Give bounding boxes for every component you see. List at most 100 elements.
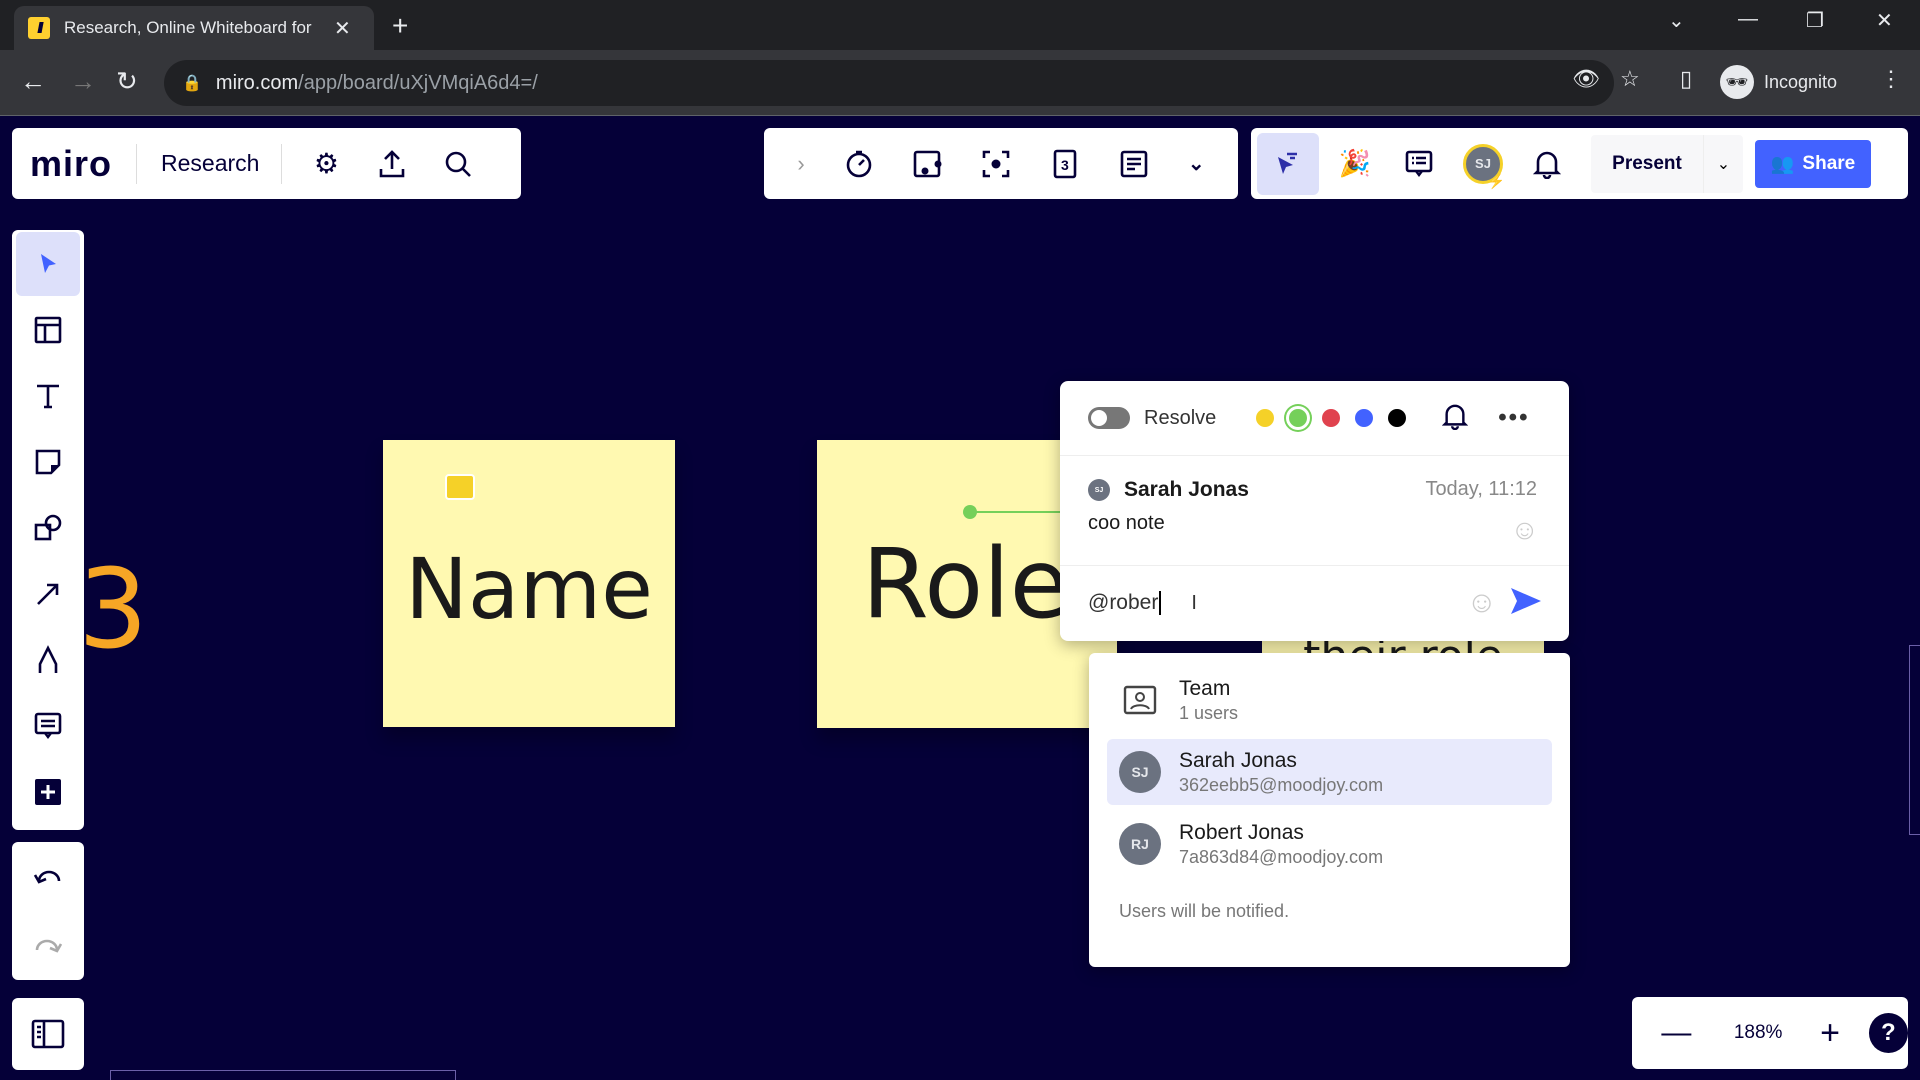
share-button[interactable]: 👥 Share [1755,139,1871,188]
reload-icon[interactable]: ↻ [116,66,138,97]
browser-toolbar: ← → ↻ 🔒 miro.com/app/board/uXjVMqiA6d4=/… [0,50,1920,116]
browser-tab[interactable]: /// Research, Online Whiteboard for ✕ [14,6,374,50]
mention-item-robert-jonas[interactable]: RJ Robert Jonas 7a863d84@moodjoy.com [1107,811,1552,877]
subscribe-bell-icon[interactable] [1442,402,1469,435]
settings-gear-icon[interactable]: ⚙ [304,147,348,180]
export-upload-icon[interactable] [370,149,414,179]
redo-icon [35,939,63,953]
reactions-cursor-icon[interactable] [1257,132,1319,195]
text-icon [37,384,59,409]
color-black[interactable] [1388,409,1407,427]
resolve-toggle[interactable] [1088,407,1130,429]
sticky-note-icon [35,449,61,475]
color-blue[interactable] [1355,409,1374,427]
notes-list-icon[interactable] [1119,149,1149,179]
redo-button[interactable] [12,911,84,980]
url-path: /app/board/uXjVMqiA6d4=/ [298,71,538,94]
plus-icon [35,779,61,805]
board-header-panel: miro Research ⚙ [12,128,521,199]
notify-footer: Users will be notified. [1119,901,1290,921]
mention-suggestions-dropdown: Team 1 users SJ Sarah Jonas 362eebb5@moo… [1089,653,1570,967]
voting-icon[interactable] [912,149,942,179]
board-name[interactable]: Research [161,150,259,177]
address-bar[interactable]: 🔒 miro.com/app/board/uXjVMqiA6d4=/ [164,60,1614,106]
search-icon[interactable] [436,149,480,179]
bookmark-star-icon[interactable]: ☆ [1620,66,1640,92]
reply-input[interactable]: @rober I ☺ [1060,566,1569,640]
comment-marker-icon[interactable] [445,474,475,500]
comment-header: Resolve ••• [1060,381,1569,456]
author-name: Sarah Jonas [1124,478,1249,501]
new-tab-icon[interactable]: + [392,10,408,42]
pen-icon [38,645,58,673]
add-reaction-icon[interactable]: ☺ [1510,514,1539,546]
arrow-icon [37,583,59,605]
notifications-bell-icon[interactable] [1519,149,1575,179]
help-icon[interactable]: ? [1868,1013,1909,1053]
back-icon[interactable]: ← [20,66,46,97]
bring-everyone-icon[interactable] [981,149,1011,179]
zoom-in-button[interactable]: + [1796,1014,1865,1053]
partial-number-text[interactable]: 3 [78,545,148,673]
incognito-label: Incognito [1764,71,1838,92]
sticky-note-tool[interactable] [16,430,80,494]
tab-title: Research, Online Whiteboard for [64,18,312,37]
text-tool[interactable] [16,364,80,428]
incognito-indicator[interactable]: 🕶 Incognito [1720,60,1837,104]
mention-item-sarah-jonas[interactable]: SJ Sarah Jonas 362eebb5@moodjoy.com [1107,739,1552,805]
miro-logo[interactable]: miro [30,143,112,185]
zoom-out-button[interactable]: — [1632,1016,1721,1050]
shapes-tool[interactable] [16,496,80,560]
more-options-icon[interactable]: ••• [1498,404,1529,432]
text-cursor-icon: I [1191,591,1197,614]
user-avatar[interactable]: SJ ⚡ [1455,143,1511,189]
timer-icon[interactable] [844,149,874,179]
color-red[interactable] [1322,409,1341,427]
send-icon[interactable] [1509,586,1543,621]
divider [136,143,138,184]
lightning-icon: ⚡ [1487,172,1505,189]
author-avatar: SJ [1088,479,1110,501]
more-tools-chevron-icon[interactable]: ⌄ [1188,151,1205,176]
close-tab-icon[interactable]: ✕ [334,16,351,41]
undo-button[interactable] [12,842,84,911]
pen-tool[interactable] [16,628,80,692]
mention-item-team[interactable]: Team 1 users [1107,667,1552,733]
sidebar-panel-icon [31,1019,65,1049]
creation-toolbar [12,230,84,830]
offscreen-frame [110,1070,456,1080]
color-green-selected[interactable] [1289,409,1308,427]
present-options-chevron-icon[interactable]: ⌄ [1703,134,1743,193]
color-yellow[interactable] [1256,409,1275,427]
templates-icon [34,316,62,344]
expand-chevron-icon[interactable]: › [797,151,804,177]
sticky-note-name[interactable]: Name [383,440,675,727]
undo-icon [33,870,61,884]
more-apps-tool[interactable] [16,760,80,824]
browser-menu-icon[interactable]: ⋮ [1880,66,1902,92]
templates-tool[interactable] [16,298,80,362]
comments-icon[interactable] [1391,149,1447,179]
tab-search-icon[interactable]: ⌄ [1668,8,1685,33]
close-window-icon[interactable]: ✕ [1876,8,1893,33]
frames-panel-button[interactable] [12,998,84,1070]
shapes-icon [34,514,62,541]
tracking-eye-icon[interactable]: 👁 [1572,66,1600,92]
present-button[interactable]: Present [1591,134,1703,193]
reply-input-value[interactable]: @rober [1088,591,1162,615]
side-panel-icon[interactable]: ▯ [1680,66,1692,92]
comment-tool[interactable] [16,694,80,758]
restore-icon[interactable]: ❐ [1806,8,1824,33]
collaboration-toolbar: › 3 ⌄ [764,128,1238,199]
minimize-icon[interactable]: — [1738,8,1758,31]
celebrate-icon[interactable]: 🎉 [1327,148,1383,179]
emoji-icon[interactable]: ☺ [1466,586,1497,620]
forward-icon[interactable]: → [70,66,96,97]
connection-line-tool[interactable] [16,562,80,626]
zoom-level[interactable]: 188% [1721,1022,1796,1044]
comment-thread-popover: Resolve ••• SJ Sarah Jonas Today, 11:12 … [1060,381,1569,641]
select-tool[interactable] [16,232,80,296]
estimation-card-icon[interactable]: 3 [1050,149,1080,179]
comment-text: coo note [1088,512,1165,534]
svg-text:3: 3 [1061,157,1069,173]
